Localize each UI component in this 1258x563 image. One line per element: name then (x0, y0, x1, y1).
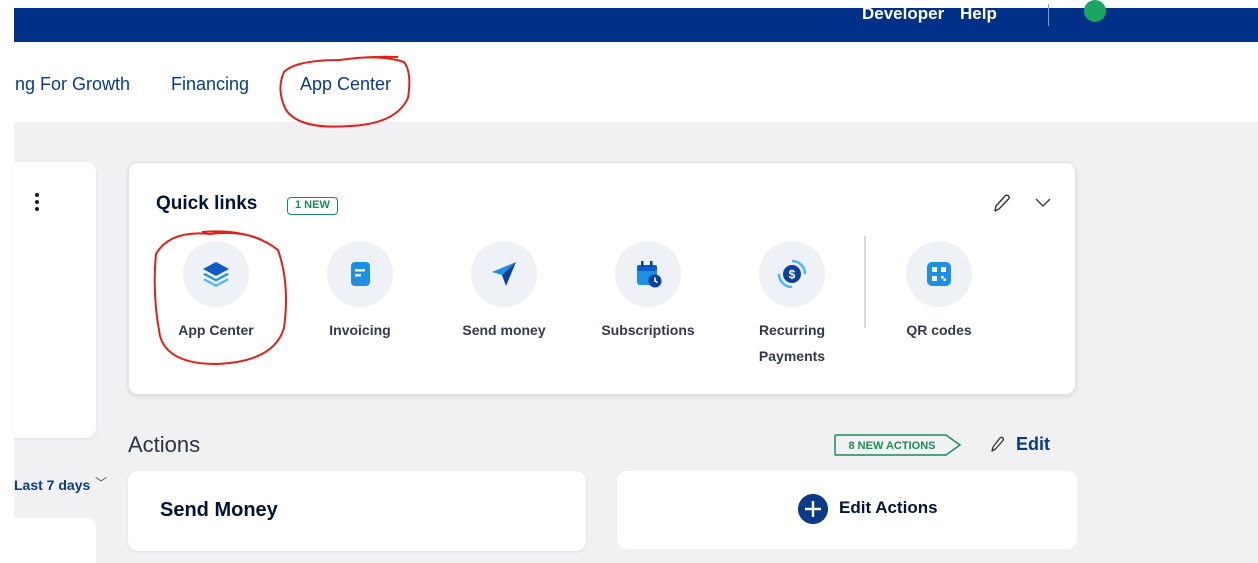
new-badge: 1 NEW (287, 197, 338, 215)
quick-link-subscriptions[interactable]: Subscriptions (583, 241, 713, 343)
quick-links-divider (864, 236, 866, 328)
qr-code-icon (927, 262, 951, 286)
edit-actions-link[interactable]: Edit (1016, 434, 1050, 455)
quick-link-send-money[interactable]: Send money (439, 241, 569, 343)
actions-title: Actions (128, 432, 201, 457)
send-icon (492, 262, 516, 286)
edit-actions-label: Edit Actions (839, 498, 938, 517)
new-actions-label: 8 NEW ACTIONS (849, 440, 936, 452)
left-activity-card (14, 518, 96, 563)
quick-link-label: QR codes (906, 322, 972, 338)
quick-link-recurring-payments[interactable]: $ Recurring Payments (727, 241, 857, 369)
chevron-down-icon[interactable]: ﹀ (95, 474, 107, 491)
tab-app-center[interactable]: App Center (300, 74, 391, 95)
pencil-icon[interactable] (991, 193, 1011, 215)
tab-financing[interactable]: Financing (171, 74, 249, 95)
developer-link[interactable]: Developer (862, 4, 944, 24)
svg-text:$: $ (789, 268, 796, 282)
quick-link-label: Invoicing (329, 322, 391, 338)
plus-icon (798, 494, 828, 524)
quick-link-label: Recurring Payments (758, 322, 826, 364)
main-tab-nav: Selling For Growth Financing App Center (14, 42, 1258, 122)
send-money-action-card[interactable]: Send Money (128, 471, 586, 551)
quick-link-label: App Center (178, 322, 254, 338)
recurring-payment-icon: $ (777, 259, 807, 289)
left-summary-card (14, 162, 96, 438)
date-range-dropdown[interactable]: Last 7 days (14, 477, 98, 493)
pencil-icon[interactable] (989, 434, 1005, 454)
chevron-down-icon[interactable] (1035, 197, 1051, 209)
avatar[interactable] (1084, 0, 1106, 22)
more-options-icon[interactable] (34, 193, 40, 215)
calendar-clock-icon (637, 261, 662, 288)
quick-link-invoicing[interactable]: Invoicing (295, 241, 425, 343)
tab-selling-for-growth[interactable]: Selling For Growth (14, 74, 130, 95)
edit-actions-card[interactable]: Edit Actions (617, 471, 1077, 549)
top-header: Developer Help (14, 0, 1258, 42)
header-divider (1048, 4, 1049, 26)
quick-link-label: Subscriptions (601, 322, 695, 338)
quick-link-app-center[interactable]: App Center (151, 241, 281, 343)
dashboard-content: Last 7 days ﹀ Quick links 1 NEW App Cent… (14, 122, 1258, 563)
invoice-icon (351, 262, 370, 286)
send-money-label: Send Money (160, 499, 278, 521)
quick-link-qr-codes[interactable]: QR codes (874, 241, 1004, 343)
layers-icon (203, 262, 229, 287)
quick-link-label: Send money (462, 322, 546, 338)
quick-links-card: Quick links 1 NEW App Center Invoicing S… (128, 162, 1076, 395)
quick-links-title: Quick links (156, 193, 258, 214)
new-actions-badge[interactable]: 8 NEW ACTIONS (834, 434, 962, 456)
help-link[interactable]: Help (960, 4, 997, 24)
